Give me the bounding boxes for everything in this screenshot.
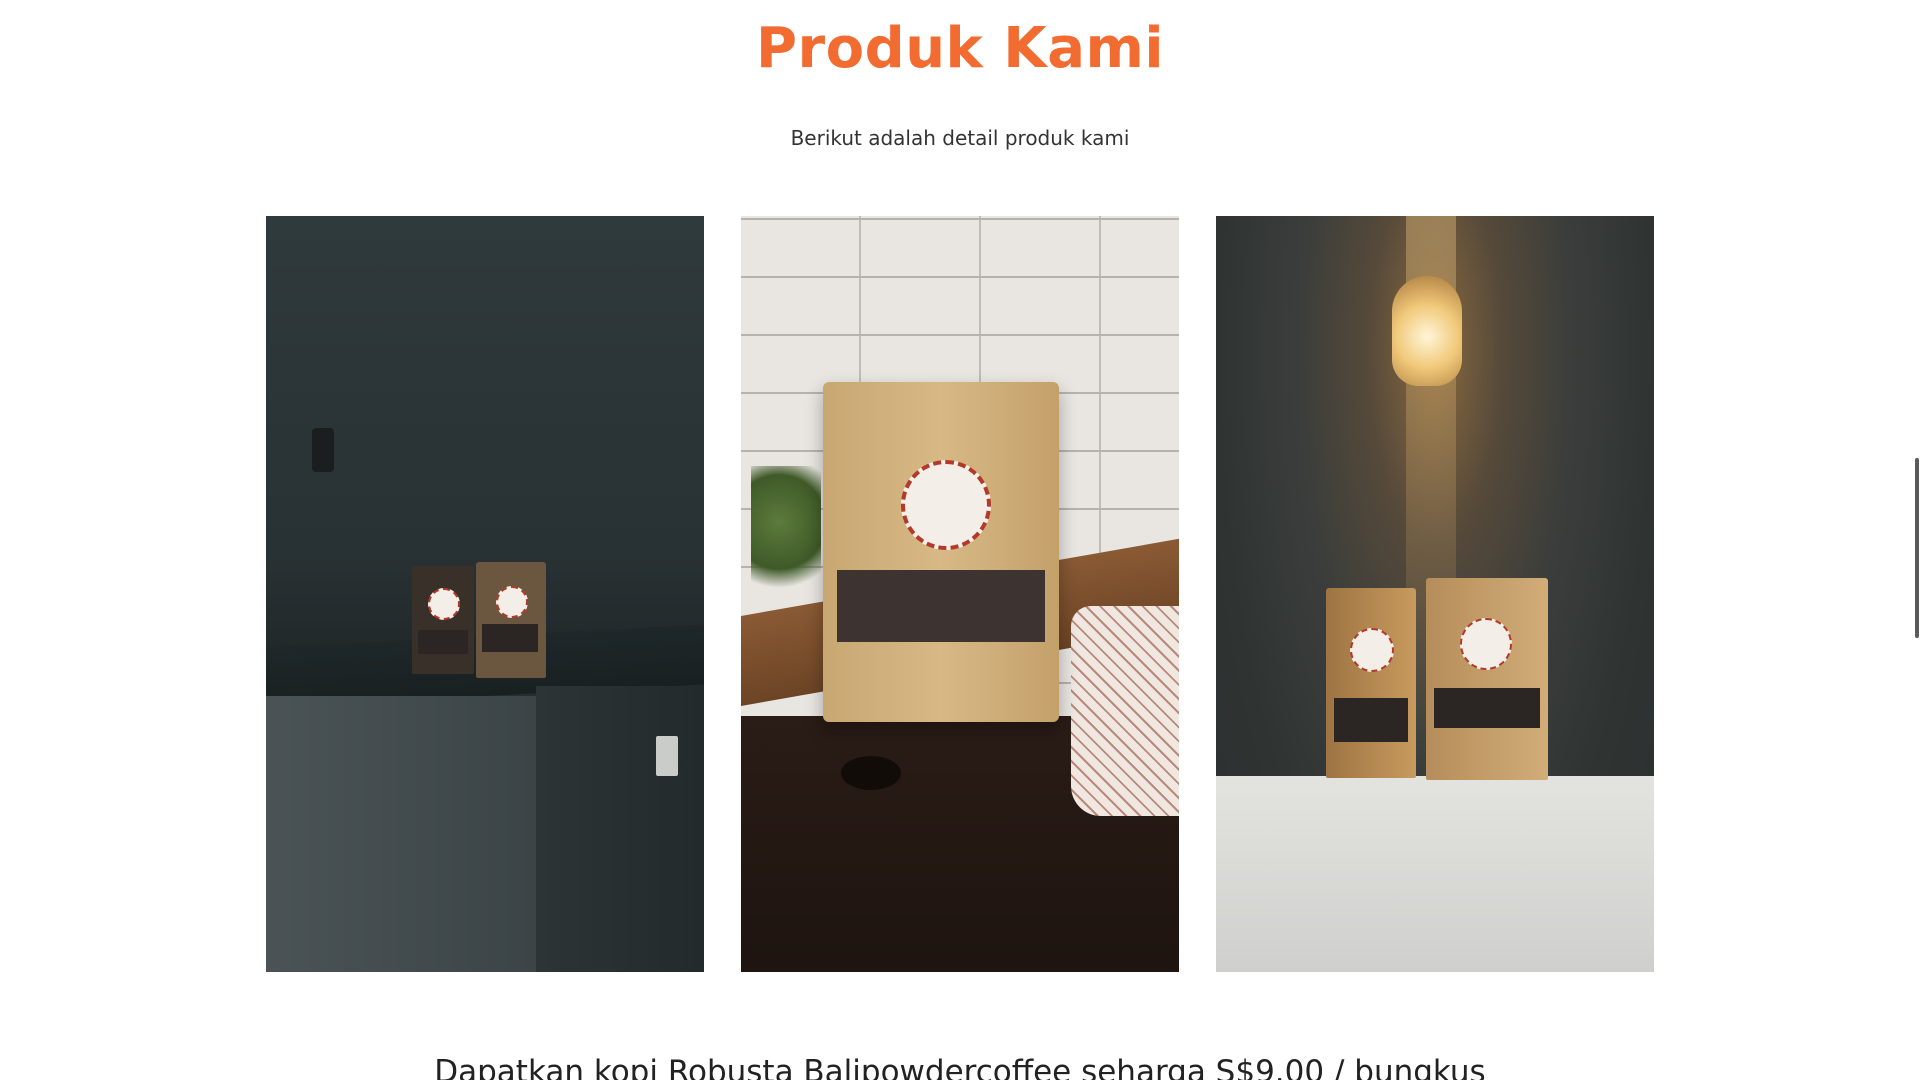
bag-label-logo — [496, 586, 528, 618]
wall-outlet — [656, 736, 678, 776]
concrete-block — [266, 696, 536, 972]
section-subtitle: Berikut adalah detail produk kami — [790, 126, 1130, 150]
section-title: Produk Kami — [755, 16, 1165, 81]
plant — [751, 466, 821, 606]
bag-window — [1334, 698, 1408, 742]
striped-towel — [1071, 606, 1179, 816]
offer-text: Dapatkan kopi Robusta Balipowdercoffee s… — [434, 1054, 1486, 1080]
bag-label-logo — [428, 588, 460, 620]
wall-lamp-lit — [1392, 276, 1462, 386]
coffee-bag-kraft — [1426, 578, 1548, 780]
bag-window — [837, 570, 1045, 642]
product-photo-kitchen-counter[interactable] — [741, 216, 1179, 972]
product-gallery — [266, 216, 1654, 972]
bag-window — [482, 624, 538, 652]
wall-lamp — [312, 428, 334, 472]
bag-label-logo — [901, 460, 991, 550]
coffee-bag-dark — [412, 566, 474, 674]
product-photo-wall-ledge[interactable] — [266, 216, 704, 972]
cabinet-handle — [841, 756, 901, 790]
product-section: Produk Kami Berikut adalah detail produk… — [0, 0, 1920, 1080]
white-wall-ledge — [1216, 776, 1654, 972]
product-photo-lamp-wall[interactable] — [1216, 216, 1654, 972]
coffee-bag-kraft — [476, 562, 546, 678]
concrete-step — [536, 686, 704, 972]
coffee-bag-kraft-large — [823, 382, 1059, 722]
page-scrollbar[interactable] — [1912, 0, 1920, 1080]
scrollbar-thumb[interactable] — [1915, 458, 1919, 638]
coffee-bag-kraft-small — [1326, 588, 1416, 778]
bag-label-logo — [1460, 618, 1512, 670]
bag-window — [1434, 688, 1540, 728]
bag-label-logo — [1350, 628, 1394, 672]
bag-window — [418, 630, 468, 654]
